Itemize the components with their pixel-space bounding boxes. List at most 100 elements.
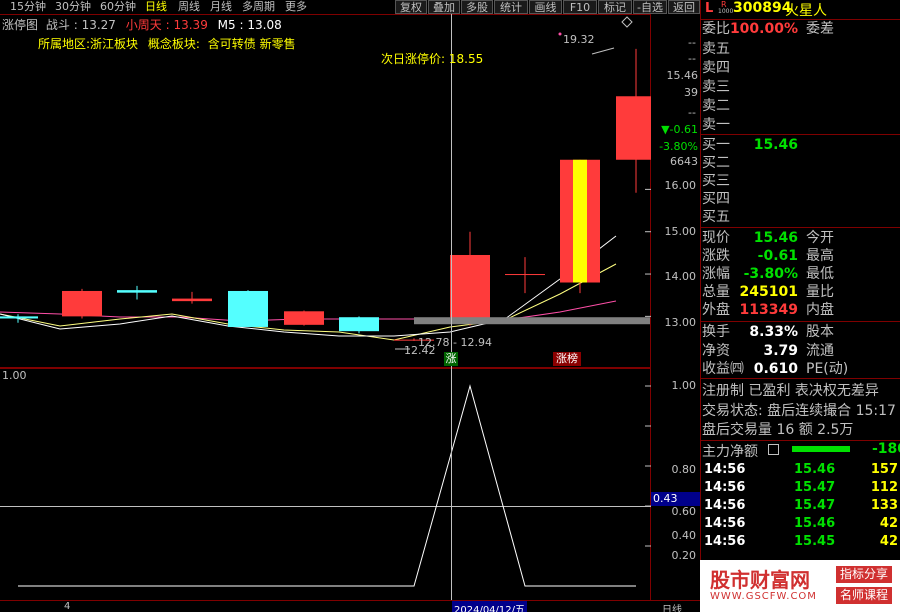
period-label[interactable]: 日线 [662,601,682,612]
ask-label: 卖五 [702,41,730,57]
lower-axis-08: 0.80 [671,463,697,476]
quote-label-2: 内盘 [806,302,834,318]
tick-price: 15.47 [794,498,836,513]
quote-row-1: 涨跌 -0.61 最高 [700,247,900,265]
tick-row[interactable]: 14:56 15.47 112 [700,479,900,497]
region-info: 所属地区:浙江板块 概念板块: 含可转债 新零售 [38,35,296,52]
quote-label-2: 量比 [806,284,834,300]
quote-value: 15.46 [753,230,798,246]
quote-value: -3.80% [743,266,798,282]
toolbar-button-0[interactable]: 复权 [395,0,427,14]
bid-row-1: 买二 [700,154,900,172]
toolbar-button-7[interactable]: -自选 [633,0,667,14]
bid-row-0: 买一 15.46 [700,136,900,154]
next-limit-value: 18.55 [448,52,484,66]
toolbar-button-4[interactable]: 画线 [529,0,562,14]
candle-3 [172,291,212,304]
kline-chart-area[interactable] [0,14,651,368]
tick-row[interactable]: 14:56 15.46 42 [700,515,900,533]
candle-10 [560,159,600,294]
tick-volume: 157 [870,462,898,477]
quote-label: 换手 [702,324,730,340]
axis-dash-1: -- [688,36,696,49]
main-flow-label: 主力净额 [702,444,758,460]
quote-value: 8.33% [749,324,798,340]
high-value: 19.32 [563,33,595,46]
quote-value: 0.610 [753,361,798,377]
quote-label-2: PE(动) [806,361,849,377]
marker-dot [558,32,562,36]
period-tab-7[interactable]: 多周期 [242,0,275,14]
quote-label-2: 最高 [806,248,834,264]
period-tab-2[interactable]: 30分钟 [55,0,91,14]
toolbar-button-1[interactable]: 叠加 [428,0,460,14]
period-tab-5[interactable]: 周线 [178,0,200,14]
toolbar-button-2[interactable]: 多股 [461,0,493,14]
tick-volume: 42 [879,516,898,531]
period-tab-8[interactable]: 更多 [285,0,307,14]
tick-time: 14:56 [704,516,746,531]
main-flow-value: -180 [872,441,900,457]
list-icon[interactable] [768,444,779,455]
quote-value: 3.79 [763,342,798,359]
tick-price: 15.46 [794,516,836,531]
candle-body [62,290,102,317]
stock-name[interactable]: 火星人 [785,0,827,20]
toolbar-button-6[interactable]: 标记 [598,0,632,14]
period-tab-3[interactable]: 60分钟 [100,0,136,14]
period-tab-1[interactable]: 15分钟 [10,0,46,14]
ask-row-1: 卖四 [700,59,900,77]
trade-state: 交易状态: 盘后连续撮合 15:17 [702,403,896,419]
bid-row-3: 买四 [700,190,900,208]
bid-label: 买一 [702,137,730,153]
axis-label-15: 15.00 [664,225,697,238]
indicator-panel[interactable] [0,368,651,600]
quote-row-6: 净资 3.79 流通 [700,342,900,360]
period-tab-6[interactable]: 月线 [210,0,232,14]
quote-label-2: 最低 [806,266,834,282]
ask-label: 卖三 [702,79,730,95]
indicator-label-1: 战斗 [45,18,70,32]
ask-row-0: 卖五 [700,40,900,58]
indicator-label-2: 小周天 [125,18,162,32]
indicator-name[interactable]: 涨停图 [2,18,38,32]
quote-label: 净资 [702,342,730,359]
quote-row-5: 换手 8.33% 股本 [700,323,900,341]
crosshair-date: 2024/04/12/五 [452,601,528,612]
axis-label-13: 13.00 [664,316,697,329]
kline-chart [0,14,651,368]
bid-row-2: 买三 [700,172,900,190]
tick-row[interactable]: 14:56 15.46 157 [700,461,900,479]
bid-price: 15.46 [753,137,798,153]
toolbar-button-5[interactable]: F10 [563,0,597,14]
ask-label: 卖一 [702,117,730,133]
crosshair-range: 12.78 - 12.94 [418,336,492,349]
candle-11 [616,48,651,193]
tick-row[interactable]: 14:56 15.47 133 [700,497,900,515]
lot-badge: 1000 [718,8,734,15]
date-bar: 4 2024/04/12/五 日线 [0,600,700,612]
tick-volume: 42 [879,534,898,549]
indicator-series-line [18,384,636,587]
price-axis: -- -- 15.46 39 -- ▼-0.61 -3.80% 6643 16.… [651,14,700,368]
bid-label: 买四 [702,191,730,207]
candle-body [505,274,545,276]
indicator-chart [0,368,651,600]
order-diff-label: 委差 [806,21,834,37]
support-band [414,317,650,325]
main-flow-row[interactable]: 主力净额 -180 [700,440,900,460]
indicator-value-2: 13.39 [173,18,208,32]
toolbar-button-3[interactable]: 统计 [494,0,528,14]
indicator-value-1: 13.27 [81,18,116,32]
toolbar-button-8[interactable]: 返回 [668,0,700,14]
axis-label-14: 14.00 [664,270,697,283]
candle-1 [62,288,102,319]
ask-label: 卖四 [702,60,730,76]
tick-row[interactable]: 14:56 15.45 42 [700,533,900,551]
order-ratio-row: 委比 100.00% 委差 [700,19,900,37]
top-qty: 39 [684,86,698,99]
period-tab-4[interactable]: 日线 [145,0,167,14]
status-tags: 注册制 已盈利 表决权无差异 [702,383,879,399]
region-value: 浙江板块 [90,37,139,51]
next-limit-price: 次日涨停价: 18.55 [381,50,483,67]
